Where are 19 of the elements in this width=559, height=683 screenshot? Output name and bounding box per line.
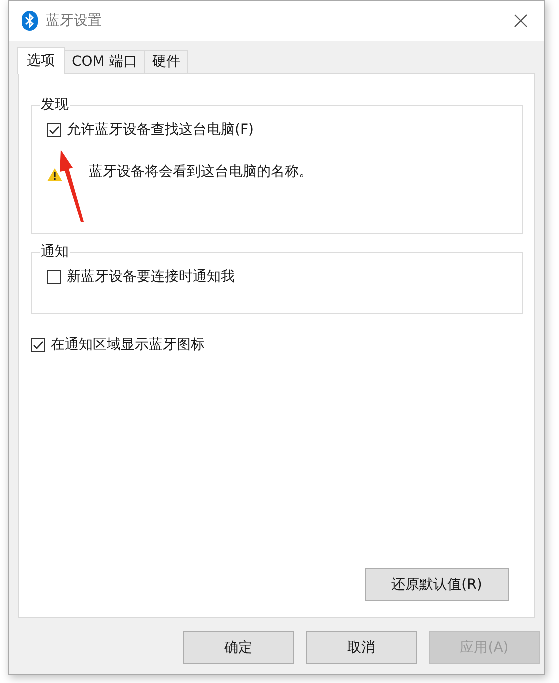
- window-title: 蓝牙设置: [46, 12, 103, 30]
- dialog-button[interactable]: 取消: [306, 631, 417, 664]
- restore-defaults-button[interactable]: 还原默认值(R): [365, 568, 509, 601]
- checkbox-label: 允许蓝牙设备查找这台电脑(F): [67, 121, 254, 140]
- tab[interactable]: 选项: [17, 47, 65, 74]
- bluetooth-icon: [22, 11, 38, 31]
- checkbox[interactable]: [47, 123, 61, 137]
- warning-text: 蓝牙设备将会看到这台电脑的名称。: [89, 163, 313, 181]
- close-icon[interactable]: [514, 14, 528, 28]
- warning-icon: [47, 168, 63, 182]
- checkbox-label: 新蓝牙设备要连接时通知我: [67, 268, 235, 287]
- checkbox-label: 在通知区域显示蓝牙图标: [51, 336, 205, 355]
- annotation-arrow: [57, 150, 87, 222]
- dialog-button[interactable]: 确定: [183, 631, 294, 664]
- tab[interactable]: 硬件: [144, 50, 188, 73]
- checkbox[interactable]: [31, 338, 45, 352]
- group-title: 发现: [40, 96, 70, 114]
- checkbox[interactable]: [47, 270, 61, 284]
- group-title: 通知: [40, 243, 70, 261]
